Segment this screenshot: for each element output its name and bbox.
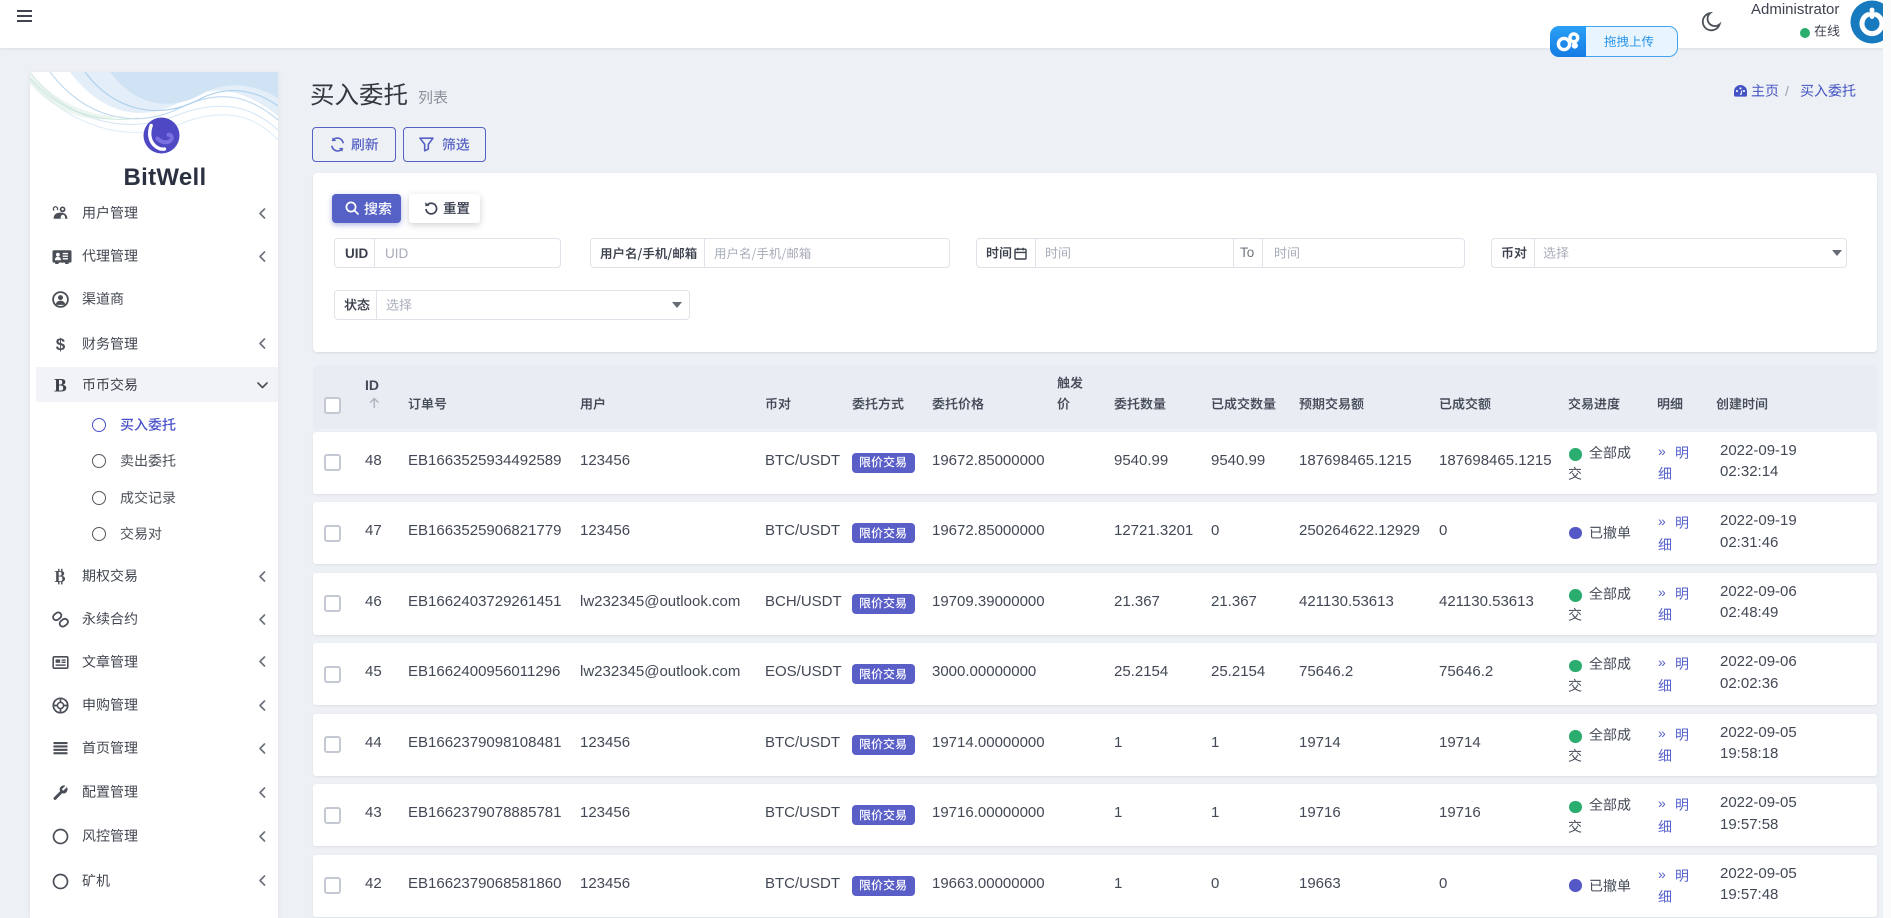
svg-text:B: B <box>54 377 67 394</box>
svg-text:$: $ <box>56 336 66 353</box>
svg-text:B: B <box>54 568 65 585</box>
